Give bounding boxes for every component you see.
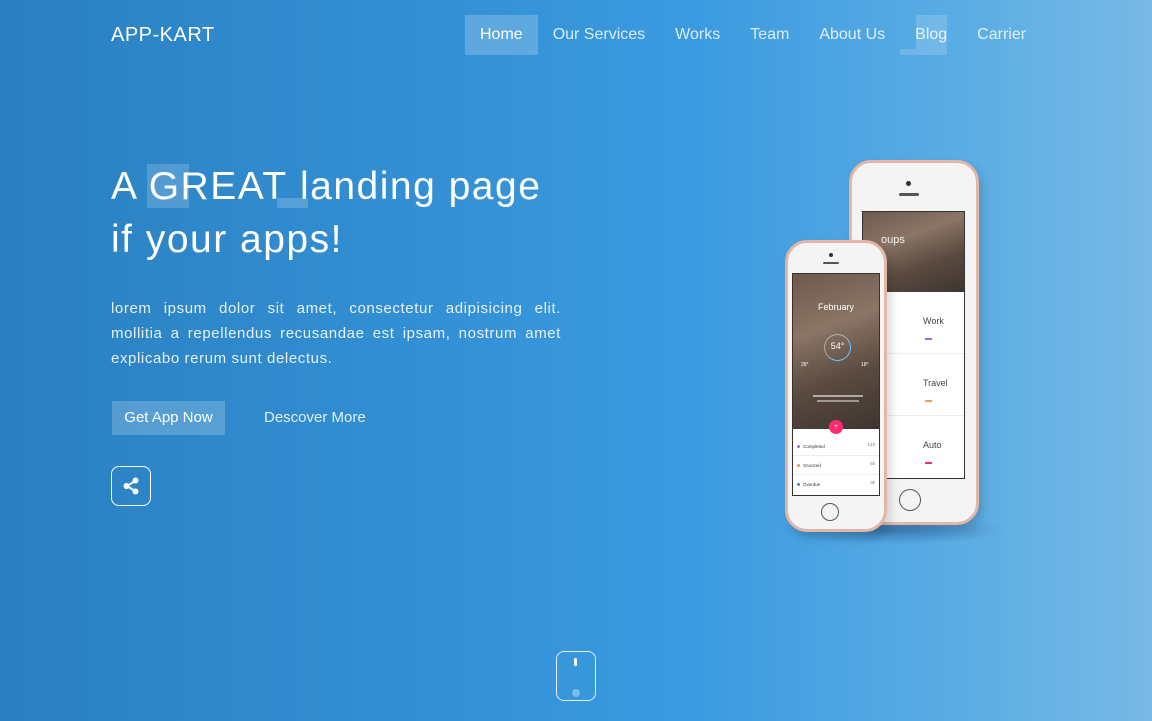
category-name: Auto — [923, 440, 942, 450]
list-item-label: Snoozed — [803, 463, 821, 468]
phone-front-home-button — [821, 503, 839, 521]
nav-item-team[interactable]: Team — [735, 15, 804, 55]
phone-back-home-button — [899, 489, 921, 511]
main-nav: Home Our Services Works Team About Us Bl… — [465, 15, 1041, 55]
nav-item-blog-label: Blog — [915, 26, 948, 43]
share-button[interactable] — [111, 466, 151, 506]
list-item-dot — [797, 464, 800, 467]
hero-title-highlight: GREAT — [146, 160, 308, 213]
phone-front-screen: February 54° 28° 18° + Completed 123 Sno… — [792, 273, 880, 496]
list-item: Overdue 3k — [793, 475, 879, 494]
phone-back-camera — [906, 181, 911, 186]
list-item-label: Overdue — [803, 482, 821, 487]
nav-item-works[interactable]: Works — [660, 15, 735, 55]
list-item: Snoozed 5k — [793, 456, 879, 475]
share-icon — [123, 477, 139, 495]
temperature-left: 28° — [801, 362, 809, 368]
brand-logo[interactable]: APP-KART — [111, 24, 215, 47]
list-item-value: 3k — [870, 480, 875, 485]
list-item-dot — [797, 483, 800, 486]
caption-line — [817, 400, 859, 402]
calendar-month: February — [817, 302, 854, 312]
nav-item-home[interactable]: Home — [465, 15, 538, 55]
hero-title: A GREAT landing page if your apps! — [111, 160, 551, 266]
category-name: Work — [923, 316, 944, 326]
nav-item-about-us[interactable]: About Us — [804, 15, 900, 55]
phone-front-camera — [829, 253, 833, 257]
phone-back-header-label: oups — [881, 234, 905, 246]
add-fab-button[interactable]: + — [829, 420, 843, 434]
category-color-bar — [925, 462, 932, 464]
phone-back-speaker — [899, 193, 919, 196]
hero-title-highlight-text: GREAT — [148, 165, 288, 208]
category-color-bar — [925, 400, 932, 402]
nav-item-blog[interactable]: Blog — [900, 15, 962, 55]
list-item: Completed 123 — [793, 437, 879, 456]
scroll-dot — [572, 689, 580, 697]
temperature-value: 54° — [830, 341, 845, 351]
phone-front-speaker — [823, 262, 839, 264]
caption-line — [813, 395, 863, 397]
mouse-scroll-icon — [574, 658, 577, 666]
hero-description: lorem ipsum dolor sit amet, consectetur … — [111, 300, 561, 367]
list-item-dot — [797, 445, 800, 448]
phone-front: February 54° 28° 18° + Completed 123 Sno… — [785, 240, 887, 532]
nav-item-our-services[interactable]: Our Services — [538, 15, 660, 55]
temperature-right: 18° — [861, 362, 869, 368]
scroll-down-button[interactable] — [556, 651, 596, 701]
list-item-value: 123 — [867, 442, 875, 447]
hero-title-prefix: A — [111, 165, 149, 208]
category-name: Travel — [923, 378, 948, 388]
nav-item-carrier[interactable]: Carrier — [962, 15, 1041, 55]
category-color-bar — [925, 338, 932, 340]
list-item-label: Completed — [803, 444, 825, 449]
get-app-now-button[interactable]: Get App Now — [112, 401, 225, 435]
list-item-value: 5k — [870, 461, 875, 466]
phones-mockup: oups Work Travel Auto February 54° 28° 1… — [760, 155, 1020, 555]
discover-more-link[interactable]: Descover More — [264, 401, 366, 435]
